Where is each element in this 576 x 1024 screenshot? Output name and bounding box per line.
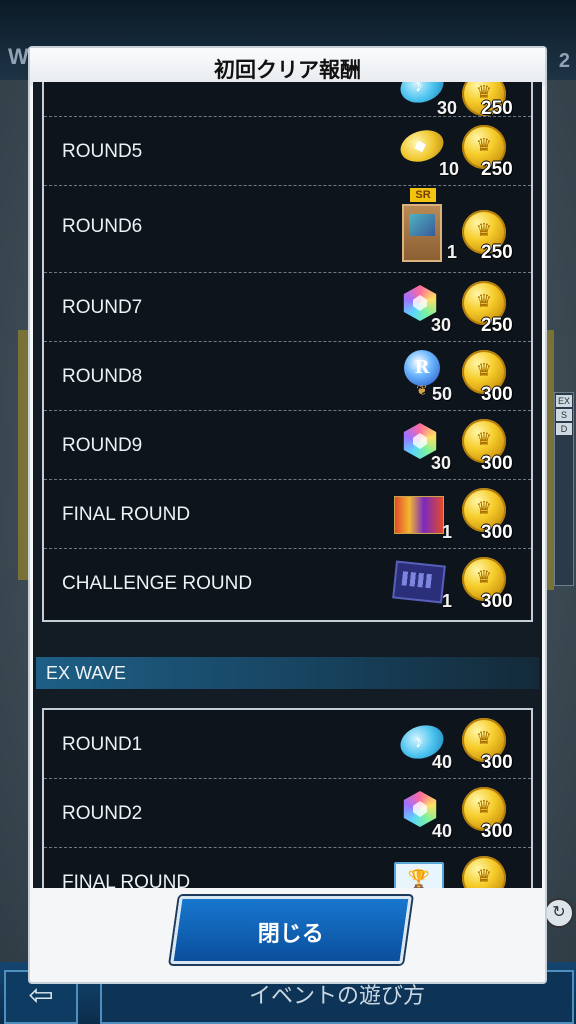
- list-item: ROUND9 30 ♛ 300: [44, 411, 531, 480]
- round-label: ROUND2: [62, 803, 143, 824]
- item-quantity: 1: [442, 522, 453, 542]
- close-button-label: 閉じる: [257, 921, 324, 946]
- round-label: ROUND6: [62, 216, 143, 237]
- round-label: FINAL ROUND: [62, 504, 191, 525]
- first-clear-reward-dialog: 初回クリア報酬 30 ♛ 250 ROUND5 10 ♛ 250 ROUND6 …: [30, 48, 545, 982]
- close-button[interactable]: 閉じる: [170, 896, 412, 964]
- orb-icon: R: [404, 350, 440, 386]
- round-label: ROUND5: [62, 141, 143, 162]
- coin-quantity: 300: [481, 384, 513, 405]
- duel-mat-icon: [392, 560, 446, 604]
- dialog-title-bar: 初回クリア報酬: [30, 48, 545, 86]
- gold-coin-icon: ♛: [462, 856, 506, 888]
- sr-badge: SR: [410, 188, 436, 202]
- list-item: ROUND2 40 ♛ 300: [44, 779, 531, 848]
- round-label: FINAL ROUND: [62, 872, 191, 888]
- item-quantity: 50: [432, 384, 453, 404]
- sr-card-icon: [402, 204, 442, 262]
- item-quantity: 30: [437, 98, 458, 118]
- coin-quantity: 300: [481, 453, 513, 474]
- coin-quantity: 300: [481, 522, 513, 543]
- wave-number: 2: [558, 50, 570, 72]
- item-quantity: 40: [432, 821, 453, 841]
- ex-wave-label: EX WAVE: [46, 663, 127, 683]
- item-quantity: 1: [447, 242, 458, 262]
- round-label: ROUND9: [62, 435, 143, 456]
- coin-quantity: 250: [481, 159, 513, 180]
- stage-list-ex: EX: [556, 395, 572, 407]
- round-label: ROUND1: [62, 734, 143, 755]
- item-quantity: 40: [432, 752, 453, 772]
- dialog-title: 初回クリア報酬: [214, 59, 361, 82]
- ex-reward-list: ROUND1 40 ♛ 300 ROUND2 40 ♛ 300 FINAL RO…: [42, 708, 533, 888]
- coin-quantity: 250: [481, 315, 513, 336]
- stage-list-s: S: [556, 409, 572, 421]
- ex-wave-header: EX WAVE: [36, 657, 539, 689]
- stage-list: EX S D: [554, 392, 574, 586]
- list-item: FINAL ROUND 🏆 1 ♛ 300: [44, 848, 531, 888]
- item-quantity: 1: [442, 591, 453, 611]
- stage-list-d: D: [556, 423, 572, 435]
- reward-panel[interactable]: 30 ♛ 250 ROUND5 10 ♛ 250 ROUND6 SR 1 ♛ 2…: [33, 82, 542, 888]
- list-item: ROUND6 SR 1 ♛ 250: [44, 186, 531, 273]
- item-quantity: 30: [431, 453, 452, 473]
- list-item: ROUND8 R ❦ 50 ♛ 300: [44, 342, 531, 411]
- list-item: CHALLENGE ROUND 1 ♛ 300: [44, 549, 531, 617]
- list-item: FINAL ROUND 1 ♛ 300: [44, 480, 531, 549]
- coin-quantity: 300: [481, 752, 513, 773]
- main-reward-list: 30 ♛ 250 ROUND5 10 ♛ 250 ROUND6 SR 1 ♛ 2…: [42, 82, 533, 622]
- coin-quantity: 300: [481, 821, 513, 842]
- list-item: ROUND1 40 ♛ 300: [44, 710, 531, 779]
- list-item: ROUND7 30 ♛ 250: [44, 273, 531, 342]
- round-label: ROUND8: [62, 366, 143, 387]
- coin-quantity: 300: [481, 591, 513, 612]
- poster-icon: [394, 496, 444, 534]
- round-label: ROUND7: [62, 297, 143, 318]
- list-item: ROUND5 10 ♛ 250: [44, 117, 531, 186]
- trophy-icon: 🏆: [394, 862, 444, 888]
- list-item: 30 ♛ 250: [44, 82, 531, 119]
- item-quantity: 30: [431, 315, 452, 335]
- auto-icon: ↻: [544, 898, 574, 928]
- coin-quantity: 250: [481, 242, 513, 263]
- item-quantity: 10: [439, 159, 460, 179]
- round-label: CHALLENGE ROUND: [62, 573, 253, 594]
